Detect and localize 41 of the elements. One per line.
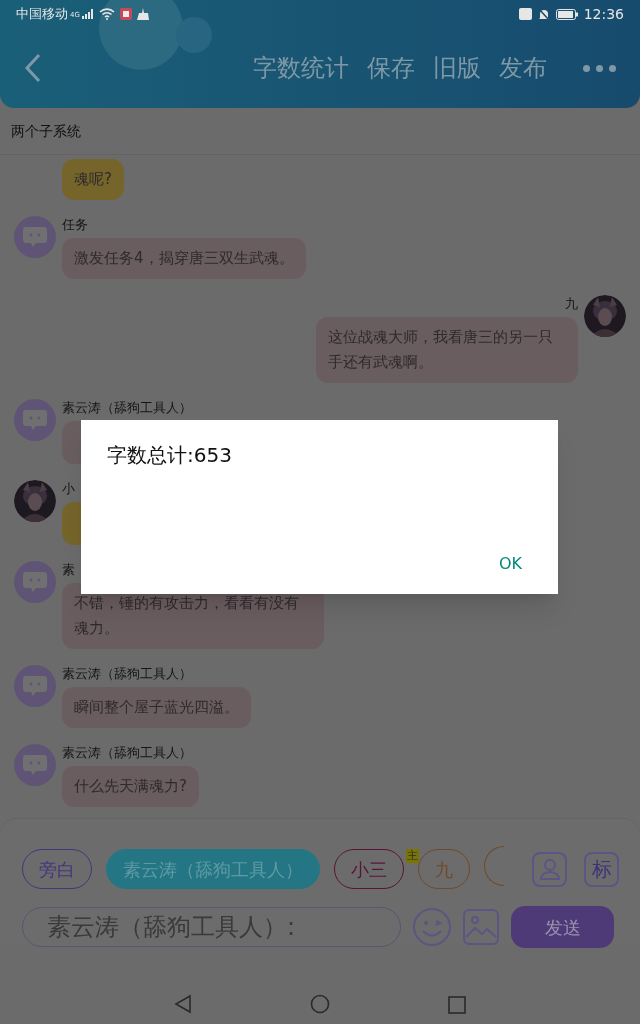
ok-button[interactable]: OK [496,552,524,576]
header-action[interactable]: 字数统计 [253,50,349,86]
message-bubble: 瞬间整个屋子蓝光四溢。 [62,687,251,728]
avatar-icon [14,744,56,786]
sender-name: 素云涛（舔狗工具人） [62,665,192,683]
avatar-icon [14,561,56,603]
message-bubble: 什么先天满魂力? [62,766,199,807]
message-bubble: 魂呢? [62,159,124,200]
sender-name: 素云涛（舔狗工具人） [62,399,192,417]
sender-name: 素 [62,561,75,579]
sender-name: 小 [62,480,75,498]
avatar-icon [14,216,56,258]
sender-name: 任务 [62,216,88,234]
avatar-icon [14,665,56,707]
back-nav-icon[interactable] [174,994,192,1014]
emoji-icon[interactable] [412,907,452,947]
person-icon[interactable] [532,851,567,887]
image-icon[interactable] [463,909,499,945]
header-action[interactable]: 发布 [499,50,547,86]
recents-nav-icon[interactable] [448,996,466,1014]
tag-button[interactable]: 标 [584,851,619,887]
signal-icon [81,9,94,19]
lead-badge: 主 [406,849,419,863]
header-action[interactable]: 旧版 [433,50,481,86]
sender-name: 九 [565,295,578,313]
home-nav-icon[interactable] [310,994,330,1014]
hd-icon [518,8,532,20]
carrier-label: 中国移动 [16,5,68,24]
broom-icon [136,8,149,20]
dialog-message: 字数总计:653 [107,442,232,469]
header-action[interactable]: 保存 [367,50,415,86]
send-button[interactable]: 发送 [511,906,614,948]
wifi-icon [98,8,115,20]
clock-time: 12:36 [583,4,624,24]
message-bubble: 激发任务4，揭穿唐三双生武魂。 [62,238,306,279]
bell-off-icon [537,7,550,21]
role-chip[interactable]: 素云涛（舔狗工具人） [106,849,320,889]
avatar-icon [14,399,56,441]
story-title: 两个子系统 [11,121,81,141]
sender-name: 素云涛（舔狗工具人） [62,744,192,762]
battery-icon [555,8,578,20]
